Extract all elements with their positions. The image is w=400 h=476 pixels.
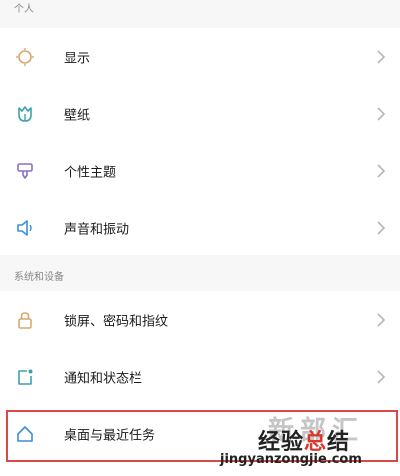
settings-group-personal: 显示 壁纸 个性主题 声音和振动: [0, 28, 400, 255]
notification-icon: [14, 366, 36, 388]
tulip-icon: [14, 103, 36, 125]
settings-row-label: 锁屏、密码和指纹: [64, 314, 169, 329]
settings-row-label: 显示: [64, 51, 91, 66]
chevron-right-icon: [377, 106, 386, 121]
chevron-right-icon: [377, 369, 386, 384]
section-header-personal: 个人: [0, 0, 400, 28]
watermark-site: jingyanzongjie.com: [220, 452, 362, 467]
settings-row-lockscreen[interactable]: 锁屏、密码和指纹: [0, 291, 400, 348]
chevron-right-icon: [377, 312, 386, 327]
sun-icon: [14, 46, 36, 68]
settings-row-sound[interactable]: 声音和振动: [0, 199, 400, 256]
settings-row-label: 声音和振动: [64, 222, 130, 237]
settings-row-notifications[interactable]: 通知和状态栏: [0, 348, 400, 405]
settings-row-label: 通知和状态栏: [64, 371, 143, 386]
chevron-right-icon: [377, 163, 386, 178]
settings-row-wallpaper[interactable]: 壁纸: [0, 85, 400, 142]
lock-icon: [14, 309, 36, 331]
settings-row-label: 壁纸: [64, 108, 91, 123]
chevron-right-icon: [377, 220, 386, 235]
paint-brush-icon: [14, 160, 36, 182]
settings-row-theme[interactable]: 个性主题: [0, 142, 400, 199]
section-title-personal: 个人: [14, 4, 34, 15]
settings-row-label: 个性主题: [64, 165, 117, 180]
section-title-system: 系统和设备: [14, 272, 64, 283]
speaker-icon: [14, 217, 36, 239]
settings-row-display[interactable]: 显示: [0, 28, 400, 85]
chevron-right-icon: [377, 49, 386, 64]
section-header-system: 系统和设备: [0, 255, 400, 291]
